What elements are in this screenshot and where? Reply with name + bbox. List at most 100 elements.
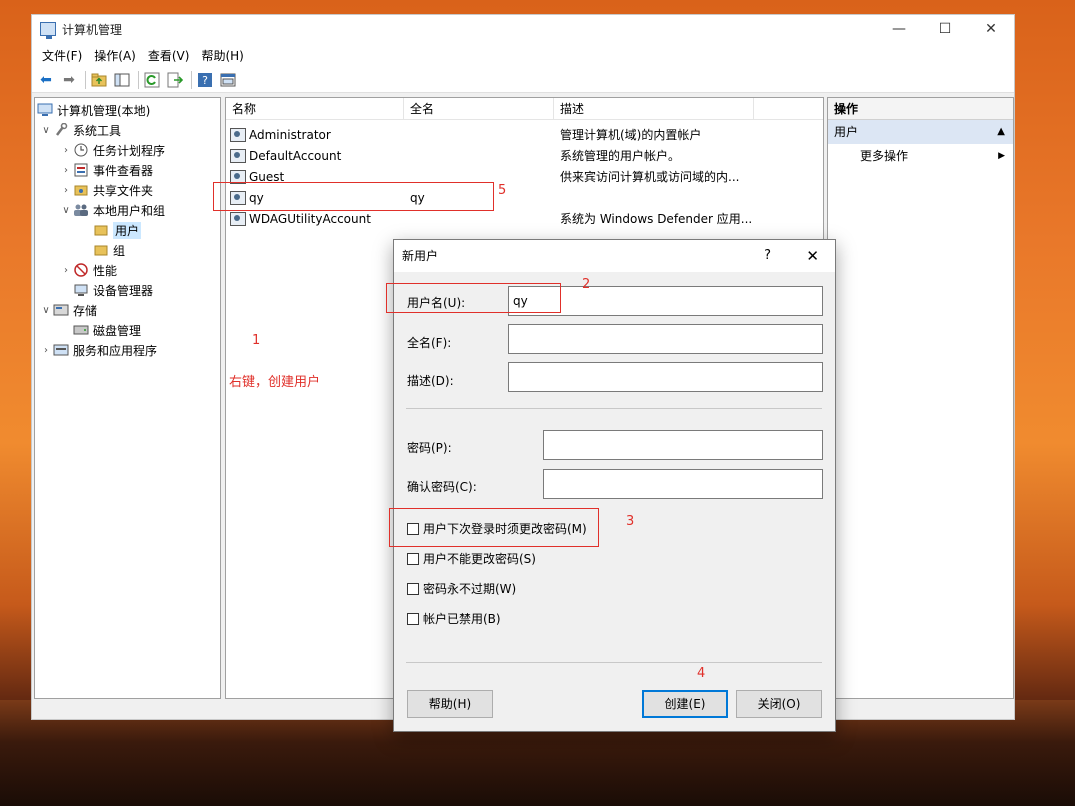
chevron-right-icon[interactable]: ›: [59, 165, 73, 176]
confirm-password-field[interactable]: [543, 469, 823, 499]
performance-icon: [73, 262, 89, 278]
folder-up-icon[interactable]: [89, 70, 109, 90]
tree-label: 组: [113, 243, 126, 258]
create-button[interactable]: 创建(E): [642, 690, 728, 718]
annotation-number-2: 2: [582, 277, 591, 292]
computer-management-icon: [40, 22, 56, 39]
checkbox-label: 帐户已禁用(B): [423, 612, 501, 626]
chevron-down-icon[interactable]: ∨: [59, 205, 73, 216]
chevron-down-icon[interactable]: ∨: [39, 125, 53, 136]
separator: [406, 662, 822, 663]
chevron-right-icon[interactable]: ›: [59, 185, 73, 196]
user-description: 管理计算机(域)的内置帐户: [560, 128, 702, 142]
window-controls: — ☐ ✕: [876, 15, 1014, 43]
checkbox-box[interactable]: [407, 582, 419, 595]
dialog-close-icon[interactable]: ✕: [806, 240, 819, 272]
tree-label: 任务计划程序: [93, 143, 166, 158]
forward-arrow-icon[interactable]: ➡: [59, 70, 79, 90]
tree-item-device-manager[interactable]: 设备管理器: [35, 280, 220, 300]
help-icon[interactable]: ?: [195, 70, 215, 90]
annotation-number-5: 5: [498, 183, 507, 198]
password-never-expires-checkbox[interactable]: 密码永不过期(W): [407, 580, 516, 597]
close-button[interactable]: ✕: [968, 15, 1014, 43]
table-row[interactable]: DefaultAccount 系统管理的用户帐户。: [226, 145, 823, 166]
chevron-right-icon[interactable]: ›: [59, 265, 73, 276]
folder-icon: [93, 242, 109, 258]
tree-label: 系统工具: [73, 123, 122, 138]
maximize-button[interactable]: ☐: [922, 15, 968, 43]
column-header-description[interactable]: 描述: [554, 98, 754, 119]
actions-group-users[interactable]: 用户 ▲: [828, 120, 1013, 144]
tree-item-root[interactable]: 计算机管理(本地): [35, 100, 220, 120]
tree-item-users[interactable]: 用户: [35, 220, 220, 240]
properties-icon[interactable]: [218, 70, 238, 90]
annotation-hint: 右键，创建用户: [229, 375, 321, 390]
table-row[interactable]: Administrator 管理计算机(域)的内置帐户: [226, 124, 823, 145]
toolbar: ⬅ ➡ ?: [32, 67, 1014, 93]
password-label: 密码(P):: [407, 441, 452, 455]
minimize-button[interactable]: —: [876, 15, 922, 43]
table-row[interactable]: WDAGUtilityAccount 系统为 Windows Defender …: [226, 208, 823, 229]
checkbox-label: 用户不能更改密码(S): [423, 552, 536, 566]
help-question-icon[interactable]: ?: [764, 240, 771, 272]
separator: [406, 408, 822, 409]
chevron-down-icon[interactable]: ∨: [39, 305, 53, 316]
tree-item-shared-folders[interactable]: › 共享文件夹: [35, 180, 220, 200]
toolbar-separator: [85, 70, 86, 89]
shared-folder-icon: [73, 182, 89, 198]
tree-item-local-users-groups[interactable]: ∨ 本地用户和组: [35, 200, 220, 220]
tree-item-event-viewer[interactable]: › 事件查看器: [35, 160, 220, 180]
tree-item-services-apps[interactable]: › 服务和应用程序: [35, 340, 220, 360]
fullname-field[interactable]: [508, 324, 823, 354]
menu-help[interactable]: 帮助(H): [195, 47, 249, 64]
tree-item-performance[interactable]: › 性能: [35, 260, 220, 280]
chevron-right-icon[interactable]: ›: [39, 345, 53, 356]
tree-label: 用户: [113, 221, 142, 239]
account-disabled-checkbox[interactable]: 帐户已禁用(B): [407, 610, 501, 627]
help-button[interactable]: 帮助(H): [407, 690, 493, 718]
checkbox-box[interactable]: [407, 552, 419, 565]
column-header-fullname[interactable]: 全名: [404, 98, 554, 119]
services-icon: [53, 342, 69, 358]
tree-item-groups[interactable]: 组: [35, 240, 220, 260]
tree-item-disk-management[interactable]: 磁盘管理: [35, 320, 220, 340]
title-bar: 计算机管理 — ☐ ✕: [32, 15, 1014, 43]
menu-bar: 文件(F) 操作(A) 查看(V) 帮助(H): [32, 43, 1014, 67]
tree-item-storage[interactable]: ∨ 存储: [35, 300, 220, 320]
menu-file[interactable]: 文件(F): [36, 47, 88, 64]
description-field[interactable]: [508, 362, 823, 392]
fullname-label: 全名(F):: [407, 336, 452, 350]
tree-label: 设备管理器: [93, 283, 154, 298]
checkbox-box[interactable]: [407, 612, 419, 625]
refresh-icon[interactable]: [142, 70, 162, 90]
user-name: Administrator: [249, 127, 331, 142]
column-header-name[interactable]: 名称: [226, 98, 404, 119]
more-actions-label: 更多操作: [860, 149, 909, 163]
back-arrow-icon[interactable]: ⬅: [36, 70, 56, 90]
tree-item-system-tools[interactable]: ∨ 系统工具: [35, 120, 220, 140]
description-label: 描述(D):: [407, 374, 454, 388]
tree-label: 共享文件夹: [93, 183, 154, 198]
event-viewer-icon: [73, 162, 89, 178]
export-list-icon[interactable]: [165, 70, 185, 90]
annotation-number-3: 3: [626, 514, 635, 529]
menu-action[interactable]: 操作(A): [88, 47, 142, 64]
list-header: 名称 全名 描述: [226, 98, 823, 120]
device-manager-icon: [73, 282, 89, 298]
disk-icon: [73, 322, 89, 338]
window-title: 计算机管理: [62, 22, 123, 37]
close-dialog-button[interactable]: 关闭(O): [736, 690, 822, 718]
user-description: 系统为 Windows Defender 应用...: [560, 212, 753, 226]
password-field[interactable]: [543, 430, 823, 460]
show-hide-tree-icon[interactable]: [112, 70, 132, 90]
chevron-right-icon[interactable]: ›: [59, 145, 73, 156]
more-actions-item[interactable]: 更多操作 ▶: [828, 144, 1013, 168]
user-name: WDAGUtilityAccount: [249, 211, 371, 226]
collapse-up-icon[interactable]: ▲: [997, 120, 1005, 144]
cannot-change-password-checkbox[interactable]: 用户不能更改密码(S): [407, 550, 536, 567]
menu-view[interactable]: 查看(V): [142, 47, 196, 64]
tree-label: 磁盘管理: [93, 323, 142, 338]
actions-pane: 操作 用户 ▲ 更多操作 ▶: [827, 97, 1014, 699]
user-description: 系统管理的用户帐户。: [560, 149, 681, 163]
tree-item-task-scheduler[interactable]: › 任务计划程序: [35, 140, 220, 160]
